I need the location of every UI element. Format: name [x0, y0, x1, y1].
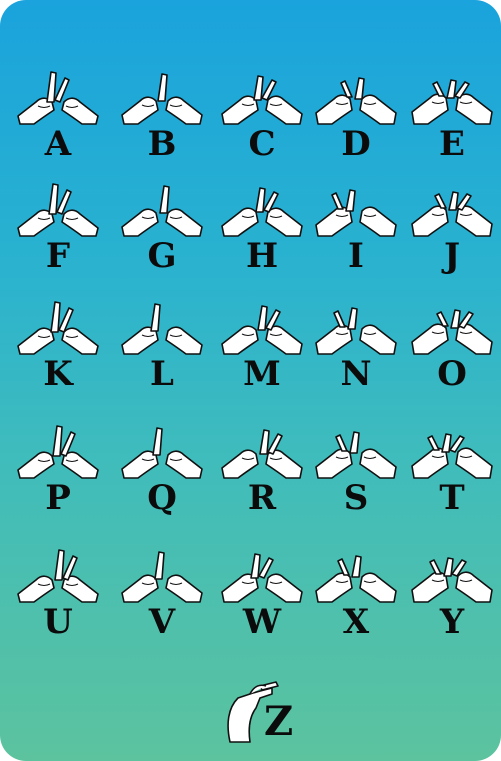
- two-hands-c-icon: [220, 62, 304, 126]
- two-hands-t-icon: [410, 416, 494, 480]
- two-hands-o-icon: [410, 292, 494, 356]
- letter-cell-b: B: [112, 62, 212, 184]
- letter-cell-p: P: [8, 416, 108, 538]
- letter-cell-w: W: [212, 540, 312, 662]
- letter-cell-r: R: [212, 416, 312, 538]
- two-hands-w-icon: [220, 540, 304, 604]
- letter-label-k: K: [43, 354, 73, 394]
- two-hands-k-icon: [16, 292, 100, 356]
- letter-cell-k: K: [8, 292, 108, 414]
- two-hands-i-icon: [314, 174, 398, 238]
- letter-cell-i: I: [306, 174, 406, 296]
- letter-label-w: W: [242, 602, 282, 642]
- letter-label-r: R: [247, 478, 277, 518]
- letter-cell-s: S: [306, 416, 406, 538]
- letter-cell-u: U: [8, 540, 108, 662]
- letter-cell-a: A: [8, 62, 108, 184]
- letter-cell-n: N: [306, 292, 406, 414]
- letter-label-a: A: [44, 124, 72, 164]
- letter-label-o: O: [437, 354, 467, 394]
- letter-cell-o: O: [402, 292, 501, 414]
- letter-cell-g: G: [112, 174, 212, 296]
- letter-label-g: G: [147, 236, 177, 276]
- letter-cell-l: L: [112, 292, 212, 414]
- letter-label-h: H: [245, 236, 279, 276]
- letter-cell-d: D: [306, 62, 406, 184]
- letter-cell-z: Z: [220, 664, 320, 761]
- two-hands-f-icon: [16, 174, 100, 238]
- letter-label-u: U: [43, 602, 73, 642]
- two-hands-v-icon: [120, 540, 204, 604]
- letter-cell-t: T: [402, 416, 501, 538]
- two-hands-g-icon: [120, 174, 204, 238]
- two-hands-a-icon: [16, 62, 100, 126]
- two-hands-e-icon: [410, 62, 494, 126]
- letter-label-c: C: [248, 124, 276, 164]
- letter-label-n: N: [340, 354, 372, 394]
- two-hands-j-icon: [410, 174, 494, 238]
- letter-label-v: V: [148, 602, 176, 642]
- two-hands-h-icon: [220, 174, 304, 238]
- letter-label-t: T: [439, 478, 465, 518]
- letter-label-q: Q: [147, 478, 177, 518]
- two-hands-p-icon: [16, 416, 100, 480]
- two-hands-s-icon: [314, 416, 398, 480]
- letter-cell-x: X: [306, 540, 406, 662]
- letter-cell-q: Q: [112, 416, 212, 538]
- two-hands-q-icon: [120, 416, 204, 480]
- letter-label-s: S: [343, 478, 369, 518]
- letter-label-e: E: [439, 124, 465, 164]
- two-hands-l-icon: [120, 292, 204, 356]
- two-hands-u-icon: [16, 540, 100, 604]
- two-hands-y-icon: [410, 540, 494, 604]
- alphabet-card: A B C D E F G H I J K L M N O P Q R S T U V W X Y Z: [0, 0, 501, 761]
- two-hands-n-icon: [314, 292, 398, 356]
- letter-cell-j: J: [402, 174, 501, 296]
- letter-cell-h: H: [212, 174, 312, 296]
- letter-label-b: B: [147, 124, 177, 164]
- two-hands-r-icon: [220, 416, 304, 480]
- letter-label-j: J: [443, 236, 461, 276]
- letter-label-d: D: [341, 124, 371, 164]
- letter-cell-c: C: [212, 62, 312, 184]
- letter-cell-y: Y: [402, 540, 501, 662]
- letter-label-x: X: [342, 602, 370, 642]
- two-hands-x-icon: [314, 540, 398, 604]
- letter-label-m: M: [243, 354, 281, 394]
- letter-label-y: Y: [439, 602, 465, 642]
- letter-cell-v: V: [112, 540, 212, 662]
- letter-label-i: I: [348, 236, 364, 276]
- letter-label-p: P: [45, 478, 71, 518]
- two-hands-m-icon: [220, 292, 304, 356]
- letter-cell-m: M: [212, 292, 312, 414]
- two-hands-d-icon: [314, 62, 398, 126]
- letter-label-z: Z: [264, 698, 294, 745]
- letter-label-f: F: [45, 236, 71, 276]
- letter-cell-e: E: [402, 62, 501, 184]
- two-hands-b-icon: [120, 62, 204, 126]
- letter-label-l: L: [150, 354, 174, 394]
- letter-cell-f: F: [8, 174, 108, 296]
